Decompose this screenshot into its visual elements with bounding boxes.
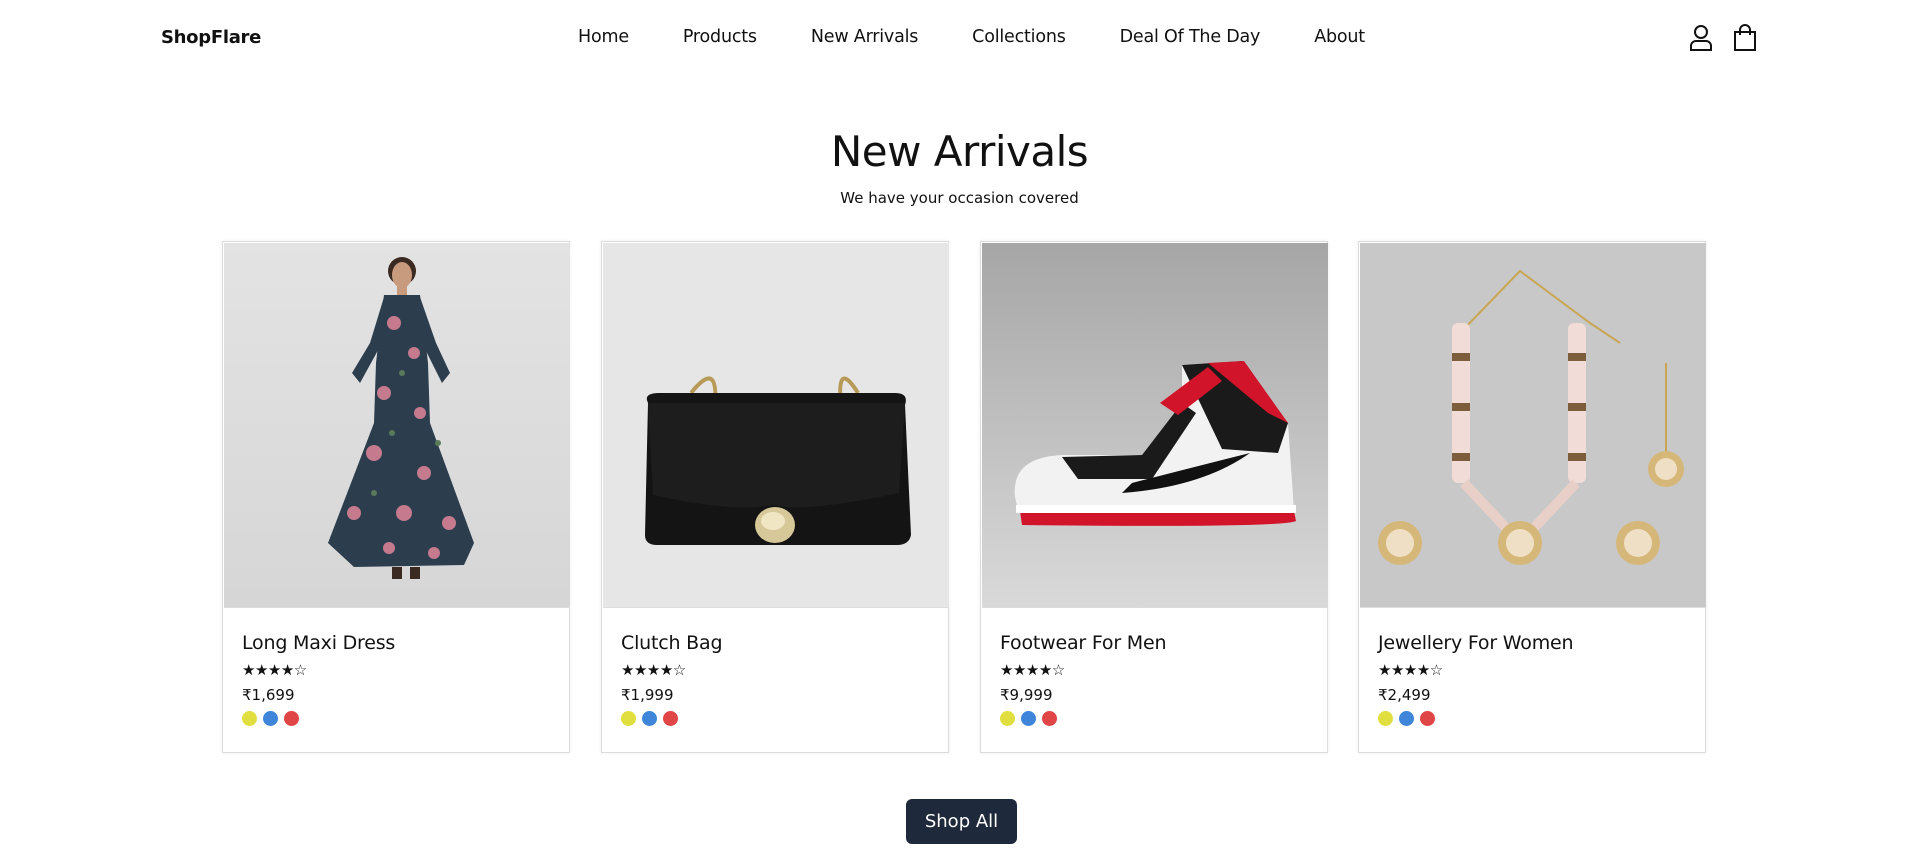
product-name[interactable]: Clutch Bag [621, 632, 723, 654]
product-card[interactable]: Jewellery For Women ★★★★☆ ₹2,499 [1358, 241, 1706, 753]
product-card[interactable]: Long Maxi Dress ★★★★☆ ₹1,699 [222, 241, 570, 753]
color-swatches [242, 711, 299, 726]
nav-deal-of-the-day[interactable]: Deal Of The Day [1120, 27, 1261, 47]
swatch-yellow[interactable] [1000, 711, 1015, 726]
product-price: ₹9,999 [1000, 686, 1053, 704]
swatch-yellow[interactable] [1378, 711, 1393, 726]
color-swatches [621, 711, 678, 726]
nav-collections[interactable]: Collections [972, 27, 1066, 47]
product-price: ₹2,499 [1378, 686, 1431, 704]
color-swatches [1378, 711, 1435, 726]
star-rating: ★★★★☆ [621, 661, 686, 679]
swatch-red[interactable] [1420, 711, 1435, 726]
product-price: ₹1,999 [621, 686, 674, 704]
user-icon[interactable] [1689, 24, 1713, 52]
color-swatches [1000, 711, 1057, 726]
swatch-yellow[interactable] [242, 711, 257, 726]
swatch-blue[interactable] [642, 711, 657, 726]
product-image[interactable] [982, 243, 1328, 608]
section-subtitle: We have your occasion covered [840, 189, 1079, 207]
main-nav: Home Products New Arrivals Collections D… [578, 27, 1419, 47]
dress-image [328, 257, 474, 579]
shopping-bag-icon[interactable] [1733, 24, 1757, 52]
sneaker-image [1014, 361, 1296, 526]
jewellery-image [1378, 269, 1684, 565]
star-rating: ★★★★☆ [242, 661, 307, 679]
nav-products[interactable]: Products [683, 27, 757, 47]
product-name[interactable]: Footwear For Men [1000, 632, 1167, 654]
nav-about[interactable]: About [1314, 27, 1365, 47]
nav-new-arrivals[interactable]: New Arrivals [811, 27, 919, 47]
swatch-red[interactable] [284, 711, 299, 726]
product-card[interactable]: Clutch Bag ★★★★☆ ₹1,999 [601, 241, 949, 753]
site-header: ShopFlare Home Products New Arrivals Col… [0, 0, 1919, 78]
swatch-yellow[interactable] [621, 711, 636, 726]
product-card[interactable]: Footwear For Men ★★★★☆ ₹9,999 [980, 241, 1328, 753]
product-name[interactable]: Long Maxi Dress [242, 632, 395, 654]
swatch-red[interactable] [1042, 711, 1057, 726]
star-rating: ★★★★☆ [1378, 661, 1443, 679]
swatch-blue[interactable] [1021, 711, 1036, 726]
shop-all-button[interactable]: Shop All [906, 799, 1017, 844]
product-price: ₹1,699 [242, 686, 295, 704]
nav-home[interactable]: Home [578, 27, 629, 47]
swatch-blue[interactable] [1399, 711, 1414, 726]
swatch-blue[interactable] [263, 711, 278, 726]
product-image[interactable] [224, 243, 570, 608]
swatch-red[interactable] [663, 711, 678, 726]
brand-logo[interactable]: ShopFlare [161, 27, 261, 48]
star-rating: ★★★★☆ [1000, 661, 1065, 679]
product-name[interactable]: Jewellery For Women [1378, 632, 1574, 654]
section-title: New Arrivals [830, 127, 1089, 176]
clutch-bag-image [645, 376, 911, 545]
product-image[interactable] [603, 243, 949, 608]
product-image[interactable] [1360, 243, 1706, 608]
